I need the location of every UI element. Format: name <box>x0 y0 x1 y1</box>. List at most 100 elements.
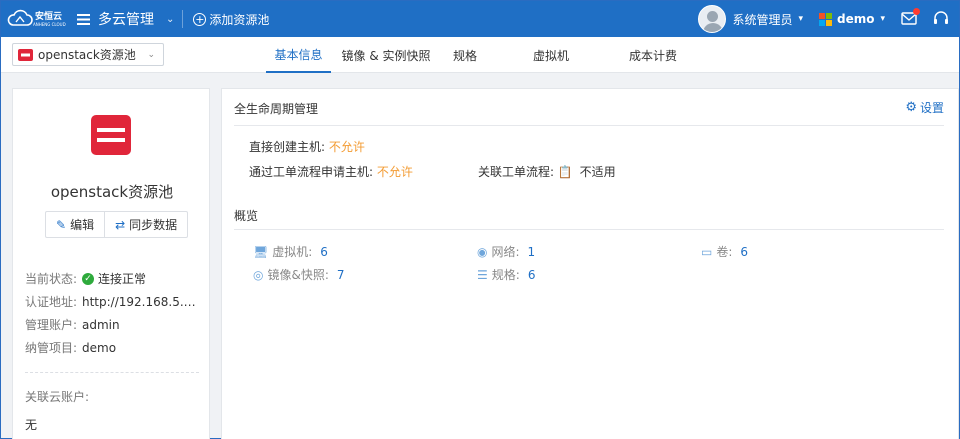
add-pool-button[interactable]: + 添加资源池 <box>193 11 269 28</box>
hamburger-icon <box>77 13 90 25</box>
ticket-flow-row: 关联工单流程: 📋 不适用 <box>478 163 616 180</box>
brand-logo[interactable]: 安恒云 ANHENG CLOUD <box>1 9 71 29</box>
managed-project-value: demo <box>82 340 117 355</box>
project-name[interactable]: demo <box>837 12 874 26</box>
stat-vms[interactable]: 🖥 虚拟机: 6 <box>253 243 328 260</box>
direct-create-value: 不允许 <box>328 140 365 154</box>
message-button[interactable] <box>901 7 920 28</box>
ticket-flow-value: 不适用 <box>579 165 616 179</box>
stat-volumes-value: 6 <box>740 244 749 259</box>
admin-account-key: 管理账户: <box>25 318 78 332</box>
stat-flavors[interactable]: ☰ 规格: 6 <box>477 266 535 283</box>
chevron-down-icon[interactable]: ⌄ <box>166 14 174 25</box>
related-account-label: 关联云账户: <box>25 390 90 404</box>
stat-vms-value: 6 <box>320 244 328 259</box>
tab-bar: 基本信息 镜像 & 实例快照 规格 虚拟机 成本计费 <box>266 37 693 73</box>
info-row-status: 当前状态: ✓ 连接正常 <box>25 267 205 290</box>
volume-icon: ▭ <box>701 244 713 259</box>
pool-selector-value: openstack资源池 <box>38 48 136 62</box>
stat-flavors-value: 6 <box>527 267 536 282</box>
menu-button[interactable] <box>77 13 90 25</box>
avatar[interactable] <box>698 5 727 33</box>
divider <box>234 125 944 126</box>
flavor-icon: ☰ <box>477 267 488 282</box>
stat-images[interactable]: ◎ 镜像&快照: 7 <box>253 266 345 283</box>
sub-header: openstack资源池 ⌄ 基本信息 镜像 & 实例快照 规格 虚拟机 成本计… <box>1 37 959 73</box>
divider <box>25 372 199 373</box>
pool-selector[interactable]: openstack资源池 ⌄ <box>12 43 164 66</box>
tab-cost-billing[interactable]: 成本计费 <box>613 37 693 73</box>
ticket-apply-value: 不允许 <box>376 165 413 179</box>
project-windows-icon <box>818 12 832 26</box>
brand-name: 安恒云 <box>35 11 63 22</box>
edit-label: 编辑 <box>70 218 95 232</box>
stat-images-value: 7 <box>336 267 345 282</box>
top-nav-bar: 安恒云 ANHENG CLOUD 多云管理 ⌄ + 添加资源池 系统管理员 ▾ … <box>1 1 959 37</box>
related-account-value: 无 <box>25 418 38 432</box>
support-button[interactable] <box>933 10 949 29</box>
info-row-managed-project: 纳管项目: demo <box>25 336 205 359</box>
sync-label: 同步数据 <box>129 218 178 232</box>
action-button-group: ✎ 编辑 ⇄ 同步数据 <box>45 211 189 238</box>
status-value: 连接正常 <box>98 272 147 286</box>
sync-data-button[interactable]: ⇄ 同步数据 <box>104 212 187 237</box>
add-pool-label: 添加资源池 <box>209 12 270 27</box>
check-circle-icon: ✓ <box>82 272 94 285</box>
overview-title: 概览 <box>234 209 259 223</box>
stat-flavors-label: 规格: <box>491 268 520 282</box>
pool-summary-panel: openstack资源池 ✎ 编辑 ⇄ 同步数据 当前状态: ✓ 连接正常 认证… <box>12 88 210 439</box>
settings-label: 设置 <box>919 101 944 115</box>
tab-images-snapshots[interactable]: 镜像 & 实例快照 <box>331 37 441 73</box>
admin-account-value: admin <box>82 317 120 332</box>
vm-icon: 🖥 <box>253 244 269 259</box>
divider <box>182 10 184 28</box>
project-chevron-down-icon[interactable]: ▾ <box>880 14 885 24</box>
network-icon: ◉ <box>477 244 488 259</box>
pool-name: openstack资源池 <box>50 183 174 201</box>
status-key: 当前状态: <box>25 272 78 286</box>
ticket-flow-key: 关联工单流程: <box>478 165 555 179</box>
cloud-logo-icon <box>7 9 33 26</box>
stat-volumes-label: 卷: <box>716 245 733 259</box>
detail-panel: 全生命周期管理 ⚙ 设置 直接创建主机: 不允许 通过工单流程申请主机: 不允许… <box>221 88 959 439</box>
user-chevron-down-icon[interactable]: ▾ <box>798 14 803 24</box>
stat-volumes[interactable]: ▭ 卷: 6 <box>701 243 748 260</box>
pool-info-list: 当前状态: ✓ 连接正常 认证地址: http://192.168.5.59:5… <box>25 267 205 359</box>
stat-networks-label: 网络: <box>491 245 520 259</box>
notification-dot <box>913 7 920 15</box>
ticket-apply-key: 通过工单流程申请主机: <box>249 165 374 179</box>
sync-icon: ⇄ <box>115 217 126 232</box>
info-row-admin-account: 管理账户: admin <box>25 313 205 336</box>
tab-basic-info[interactable]: 基本信息 <box>266 37 331 73</box>
tab-flavors[interactable]: 规格 <box>441 37 489 73</box>
status-badge: ✓ 连接正常 <box>82 270 146 287</box>
ticket-apply-row: 通过工单流程申请主机: 不允许 <box>249 163 413 180</box>
brand-subtitle: ANHENG CLOUD <box>33 21 66 27</box>
direct-create-key: 直接创建主机: <box>249 140 326 154</box>
clipboard-icon: 📋 <box>557 165 573 179</box>
stat-networks-value: 1 <box>527 244 536 259</box>
stat-images-label: 镜像&快照: <box>267 268 329 282</box>
app-title[interactable]: 多云管理 <box>98 9 154 29</box>
plus-circle-icon: + <box>193 12 207 26</box>
settings-button[interactable]: ⚙ 设置 <box>905 99 944 116</box>
openstack-logo-icon <box>91 115 131 155</box>
chevron-down-icon: ⌄ <box>147 49 155 60</box>
divider <box>234 229 944 230</box>
auth-url-key: 认证地址: <box>25 295 78 309</box>
managed-project-key: 纳管项目: <box>25 341 78 355</box>
gear-icon: ⚙ <box>905 100 917 115</box>
openstack-mini-icon <box>18 48 33 61</box>
direct-create-row: 直接创建主机: 不允许 <box>249 138 365 155</box>
headset-icon <box>934 10 948 24</box>
tab-vms[interactable]: 虚拟机 <box>489 37 613 73</box>
stat-vms-label: 虚拟机: <box>272 245 313 259</box>
lifecycle-title: 全生命周期管理 <box>234 102 319 116</box>
info-row-auth-url: 认证地址: http://192.168.5.59:5... <box>25 290 205 313</box>
edit-icon: ✎ <box>56 217 67 232</box>
image-icon: ◎ <box>253 267 264 282</box>
user-name[interactable]: 系统管理员 <box>732 11 792 28</box>
stat-networks[interactable]: ◉ 网络: 1 <box>477 243 535 260</box>
edit-button[interactable]: ✎ 编辑 <box>46 212 104 237</box>
auth-url-value: http://192.168.5.59:5... <box>82 294 200 309</box>
